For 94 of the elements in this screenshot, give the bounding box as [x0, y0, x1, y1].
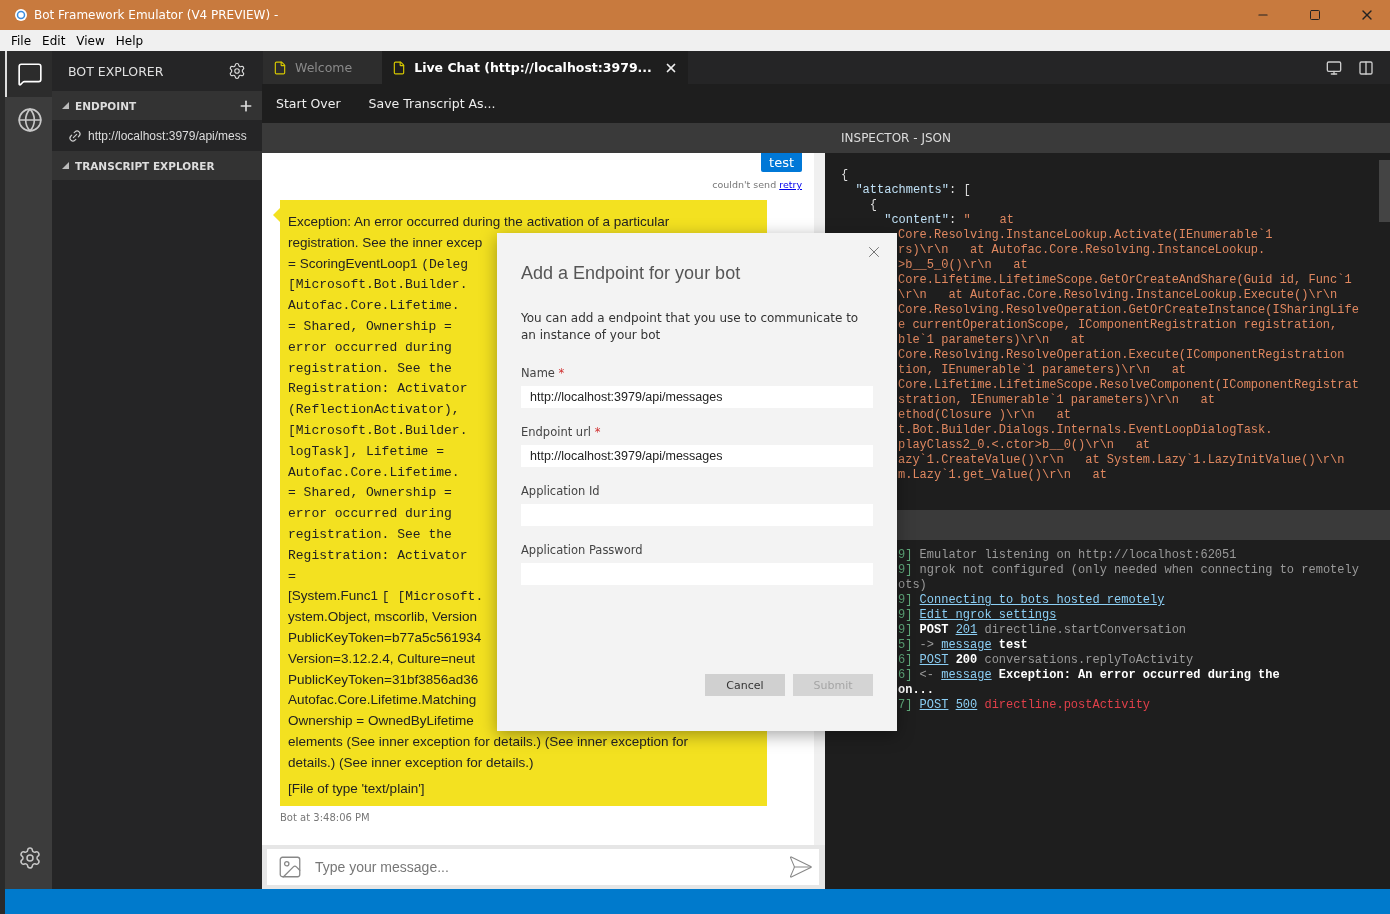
- log-text: 9]: [898, 548, 913, 562]
- code-line: Core.Resolving.ResolveOperation.Execute(IComponentRegistration: [898, 348, 1346, 363]
- window-title: Bot Framework Emulator (V4 PREVIEW) -: [34, 8, 280, 22]
- menu-item[interactable]: View: [71, 33, 111, 48]
- code-line: Core.Lifetime.LifetimeScope.ResolveComponent(IComponentRegistrat: [898, 378, 1360, 393]
- log-text: ots): [898, 578, 927, 592]
- toolbar-button[interactable]: Save Transcript As...: [368, 96, 496, 111]
- code-line: ethod(Closure )\r\n at: [898, 408, 1072, 423]
- field-label: Endpoint url *: [521, 425, 602, 439]
- code-line: Core.Resolving.ResolveOperation.GetOrCreateInstance(ISharingLife: [898, 303, 1360, 318]
- code-line: {: [841, 168, 850, 183]
- log-text: POST: [919, 623, 949, 637]
- chat-activity-button[interactable]: [5, 51, 52, 97]
- code-line: playClass2_0.<.ctor>b__0()\r\n at: [898, 438, 1152, 453]
- log-text: Exception: An error occurred during the: [998, 668, 1280, 682]
- chat-icon: [16, 61, 43, 87]
- toolbar-button[interactable]: Start Over: [276, 96, 341, 111]
- scrollbar-thumb[interactable]: [1379, 160, 1390, 222]
- file-icon: [273, 60, 287, 75]
- endpoint-item[interactable]: http://localhost:3979/api/mess: [88, 128, 247, 143]
- log-text: 6]: [898, 668, 913, 682]
- app-logo-icon: [14, 8, 28, 22]
- log-text: conversations.replyToActivity: [984, 653, 1194, 667]
- log-text: 200: [955, 653, 978, 667]
- dialog-title: Add a Endpoint for your bot: [521, 263, 742, 284]
- image-icon[interactable]: [277, 854, 303, 880]
- log-text: 7]: [898, 698, 913, 712]
- log-link[interactable]: 500: [955, 698, 978, 712]
- log-text: 9]: [898, 593, 913, 607]
- field-label: Name *: [521, 366, 566, 380]
- menu-item[interactable]: Edit: [37, 33, 72, 48]
- panel-title: INSPECTOR - JSON: [841, 131, 951, 145]
- code-line: "content": " at: [883, 213, 1015, 228]
- message-input[interactable]: Type your message...: [313, 858, 773, 876]
- log-text: on...: [898, 683, 934, 697]
- section-header[interactable]: TRANSCRIPT EXPLORER: [52, 151, 262, 180]
- log-text: 9]: [898, 623, 913, 637]
- log-text: ngrok not configured (only needed when connecting to remotely: [919, 563, 1359, 577]
- retry-link[interactable]: retry: [779, 179, 802, 190]
- log-link[interactable]: POST: [919, 698, 949, 712]
- monitor-icon[interactable]: [1326, 59, 1342, 76]
- code-line: stration, IEnumerable`1 parameters)\r\n at: [898, 393, 1216, 408]
- send-status: couldn't send retry: [712, 179, 802, 190]
- code-line: \r\n at Autofac.Core.Resolving.InstanceLookup.Execute()\r\n: [898, 288, 1339, 303]
- log-link[interactable]: 201: [955, 623, 978, 637]
- log-text: 6]: [898, 653, 913, 667]
- section-header[interactable]: ENDPOINT: [52, 91, 262, 120]
- log-link[interactable]: Edit ngrok settings: [919, 608, 1057, 622]
- split-view-icon[interactable]: [1358, 59, 1374, 76]
- code-line: tion, IEnumerable`1 parameters)\r\n at: [898, 363, 1188, 378]
- message-field[interactable]: Type your message...: [267, 849, 819, 885]
- log-link[interactable]: message: [941, 668, 992, 682]
- log-link[interactable]: message: [941, 638, 992, 652]
- code-line: {: [868, 198, 878, 213]
- code-line: "attachments": [: [854, 183, 972, 198]
- sidebar-title: BOT EXPLORER: [68, 63, 164, 79]
- menu-item[interactable]: Help: [110, 33, 150, 48]
- settings-icon[interactable]: [228, 62, 246, 80]
- code-line: ble`1 parameters)\r\n at: [898, 333, 1087, 348]
- field-label: Application Password: [521, 543, 644, 557]
- code-line: Core.Lifetime.LifetimeScope.GetOrCreateAndShare(Guid id, Func`1: [898, 273, 1353, 288]
- log-text: ->: [919, 638, 934, 652]
- expand-triangle-icon[interactable]: [62, 162, 69, 169]
- editor-tab[interactable]: Welcome: [263, 51, 383, 84]
- log-text: directline.postActivity: [984, 698, 1151, 712]
- settings-icon: [17, 846, 42, 870]
- code-line: m.Lazy`1.get_Value()\r\n at: [898, 468, 1108, 483]
- globe-icon: [16, 107, 43, 133]
- log-text: directline.startConversation: [984, 623, 1187, 637]
- log-text: 9]: [898, 563, 913, 577]
- log-text: 5]: [898, 638, 913, 652]
- code-line: t.Bot.Builder.Dialogs.Internals.EventLoopDialogTask.: [898, 423, 1274, 438]
- dialog-button[interactable]: Cancel: [705, 674, 785, 696]
- field-label: Application Id: [521, 484, 601, 498]
- code-line: >b__5_0()\r\n at: [898, 258, 1029, 273]
- maximize-icon[interactable]: [1309, 9, 1321, 21]
- log-link[interactable]: Connecting to bots hosted remotely: [919, 593, 1165, 607]
- log-text: 9]: [898, 608, 913, 622]
- code-line: Core.Resolving.InstanceLookup.Activate(IEnumerable`1: [898, 228, 1274, 243]
- text-field[interactable]: http://localhost:3979/api/messages: [521, 386, 873, 408]
- user-message: test: [761, 153, 802, 172]
- code-line: azy`1.CreateValue()\r\n at System.Lazy`1.LazyInitValue()\r\n: [898, 453, 1346, 468]
- log-text: Emulator listening on http://localhost:62051: [919, 548, 1237, 562]
- editor-tab[interactable]: Live Chat (http://localhost:3979...: [382, 51, 688, 84]
- log-text: test: [998, 638, 1028, 652]
- text-field[interactable]: http://localhost:3979/api/messages: [521, 445, 873, 467]
- code-line: rs)\r\n at Autofac.Core.Resolving.InstanceLookup.: [898, 243, 1267, 258]
- menu-item[interactable]: File: [6, 33, 38, 48]
- log-text: <-: [919, 668, 934, 682]
- expand-triangle-icon[interactable]: [62, 102, 69, 109]
- log-link[interactable]: POST: [919, 653, 949, 667]
- file-icon: [392, 60, 407, 75]
- message-timestamp: Bot at 3:48:06 PM: [280, 811, 371, 823]
- code-line: e currentOperationScope, IComponentRegistration registration,: [898, 318, 1339, 333]
